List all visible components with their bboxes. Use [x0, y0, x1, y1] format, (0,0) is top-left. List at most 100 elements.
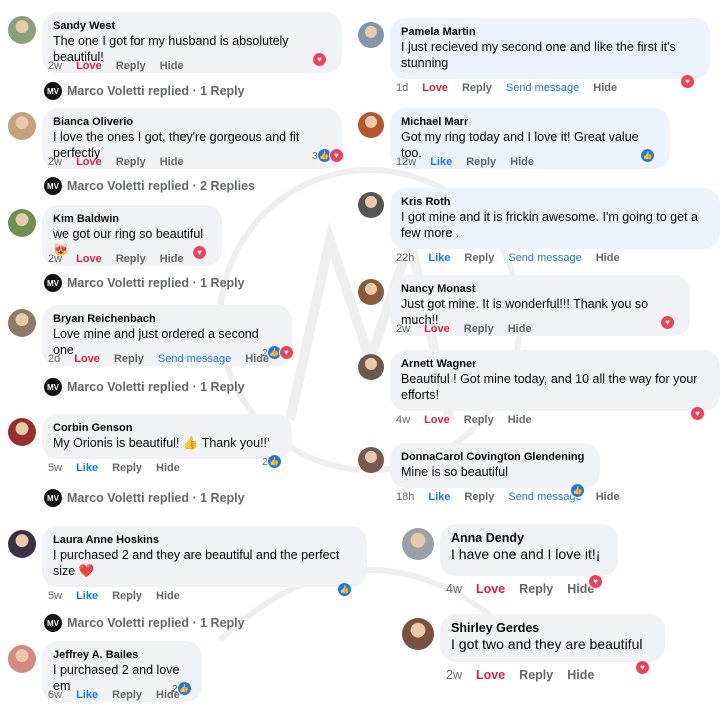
reaction-summary[interactable]: 2 👍 — [172, 681, 192, 696]
like-button[interactable]: Like — [76, 689, 98, 701]
comment-author-name[interactable]: Sandy West — [53, 19, 331, 33]
comment-author-name[interactable]: Anna Dendy — [451, 531, 607, 545]
avatar[interactable] — [358, 447, 384, 473]
reply-button[interactable]: Reply — [464, 491, 494, 503]
avatar[interactable] — [8, 16, 36, 44]
view-replies-link[interactable]: MV Marco Voletti replied · 1 Reply — [44, 274, 245, 292]
reaction-summary[interactable]: 👍 — [640, 148, 655, 163]
hide-button[interactable]: Hide — [593, 82, 617, 94]
like-button[interactable]: Like — [428, 491, 450, 503]
reaction-summary[interactable]: ♥ — [690, 406, 705, 421]
view-replies-link[interactable]: MV Marco Voletti replied · 1 Reply — [44, 489, 245, 507]
avatar[interactable] — [358, 354, 384, 380]
comment-author-name[interactable]: Shirley Gerdes — [451, 621, 654, 635]
like-button[interactable]: Like — [428, 252, 450, 264]
view-replies-link[interactable]: MV Marco Voletti replied · 1 Reply — [44, 378, 245, 396]
hide-button[interactable]: Hide — [156, 462, 180, 474]
avatar[interactable] — [8, 530, 36, 558]
reply-button[interactable]: Reply — [464, 414, 494, 426]
love-reaction-button[interactable]: Love — [76, 156, 102, 168]
hide-button[interactable]: Hide — [160, 60, 184, 72]
avatar[interactable] — [402, 528, 434, 560]
replies-count-text: Marco Voletti replied · 1 Reply — [67, 616, 245, 630]
like-button[interactable]: Like — [76, 590, 98, 602]
view-replies-link[interactable]: MV Marco Voletti replied · 2 Replies — [44, 177, 255, 195]
reply-button[interactable]: Reply — [116, 60, 146, 72]
reaction-summary[interactable]: 2 👍 — [262, 454, 282, 469]
avatar[interactable] — [8, 309, 36, 337]
love-reaction-button[interactable]: Love — [424, 414, 450, 426]
comment-author-name[interactable]: Pamela Martin — [401, 25, 699, 39]
reaction-summary[interactable]: ♥ — [192, 245, 207, 260]
reply-button[interactable]: Reply — [519, 668, 553, 682]
hide-button[interactable]: Hide — [596, 252, 620, 264]
love-reaction-button[interactable]: Love — [476, 668, 505, 682]
reply-button[interactable]: Reply — [112, 689, 142, 701]
love-reaction-button[interactable]: Love — [76, 60, 102, 72]
comment-actions: 2w Love Reply Hide — [396, 323, 546, 335]
avatar[interactable] — [358, 22, 384, 48]
comment-author-name[interactable]: Laura Anne Hoskins — [53, 533, 356, 547]
comment-author-name[interactable]: DonnaCarol Covington Glendening — [401, 450, 589, 464]
reply-button[interactable]: Reply — [112, 590, 142, 602]
view-replies-link[interactable]: MV Marco Voletti replied · 1 Reply — [44, 82, 245, 100]
reaction-summary[interactable]: ♥ — [635, 660, 650, 675]
comment-author-name[interactable]: Corbin Genson — [53, 421, 281, 435]
reply-button[interactable]: Reply — [464, 323, 494, 335]
avatar[interactable] — [358, 192, 384, 218]
hide-button[interactable]: Hide — [156, 590, 180, 602]
reply-button[interactable]: Reply — [464, 252, 494, 264]
reply-button[interactable]: Reply — [116, 156, 146, 168]
reaction-summary[interactable]: 2 👍 ♥ — [262, 345, 294, 360]
view-replies-link[interactable]: MV Marco Voletti replied · 1 Reply — [44, 614, 245, 632]
hide-button[interactable]: Hide — [510, 156, 534, 168]
reply-button[interactable]: Reply — [519, 582, 553, 596]
send-message-button[interactable]: Send message — [508, 252, 581, 264]
avatar[interactable] — [8, 209, 36, 237]
reply-button[interactable]: Reply — [114, 353, 144, 365]
reaction-summary[interactable]: ♥ — [588, 574, 603, 589]
hide-button[interactable]: Hide — [508, 414, 532, 426]
comment-author-name[interactable]: Kim Baldwin — [53, 212, 211, 226]
send-message-button[interactable]: Send message — [506, 82, 579, 94]
hide-button[interactable]: Hide — [596, 491, 620, 503]
love-reaction-button[interactable]: Love — [422, 82, 448, 94]
avatar[interactable] — [358, 112, 384, 138]
like-button[interactable]: Like — [76, 462, 98, 474]
avatar[interactable] — [8, 112, 36, 140]
hide-button[interactable]: Hide — [160, 156, 184, 168]
hide-button[interactable]: Hide — [508, 323, 532, 335]
comment-author-name[interactable]: Bianca Oliverio — [53, 115, 331, 129]
avatar[interactable] — [358, 279, 384, 305]
reaction-summary[interactable]: ♥ — [660, 315, 675, 330]
comment-bubble: Arnett Wagner Beautiful ! Got mine today,… — [390, 350, 720, 411]
send-message-button[interactable]: Send message — [158, 353, 231, 365]
comment-author-name[interactable]: Jeffrey A. Bailes — [53, 648, 191, 662]
reaction-summary[interactable]: ♥ — [680, 74, 695, 89]
like-button[interactable]: Like — [430, 156, 452, 168]
reaction-summary[interactable]: 3 👍 ♥ — [312, 148, 344, 163]
comment-author-name[interactable]: Arnett Wagner — [401, 357, 709, 371]
comment-author-name[interactable]: Nancy Monast — [401, 282, 679, 296]
comment-author-name[interactable]: Bryan Reichenbach — [53, 312, 281, 326]
comment-author-name[interactable]: Kris Roth — [401, 195, 709, 209]
reply-button[interactable]: Reply — [112, 462, 142, 474]
comment-author-name[interactable]: Michael Marr — [401, 115, 659, 129]
avatar[interactable] — [8, 418, 36, 446]
comment-text: I purchased 2 and they are beautiful and… — [53, 548, 340, 578]
avatar[interactable] — [8, 645, 36, 673]
reply-button[interactable]: Reply — [116, 253, 146, 265]
hide-button[interactable]: Hide — [567, 668, 594, 682]
love-reaction-button[interactable]: Love — [76, 253, 102, 265]
reply-button[interactable]: Reply — [466, 156, 496, 168]
hide-button[interactable]: Hide — [160, 253, 184, 265]
love-reaction-button[interactable]: Love — [476, 582, 505, 596]
reaction-summary[interactable]: ♥ — [312, 52, 327, 67]
reply-button[interactable]: Reply — [462, 82, 492, 94]
reaction-summary[interactable]: 👍 — [337, 582, 352, 597]
replies-count-text: Marco Voletti replied · 1 Reply — [67, 84, 245, 98]
avatar[interactable] — [402, 618, 434, 650]
reaction-summary[interactable]: 👍 — [570, 483, 585, 498]
love-reaction-button[interactable]: Love — [424, 323, 450, 335]
love-reaction-button[interactable]: Love — [74, 353, 100, 365]
